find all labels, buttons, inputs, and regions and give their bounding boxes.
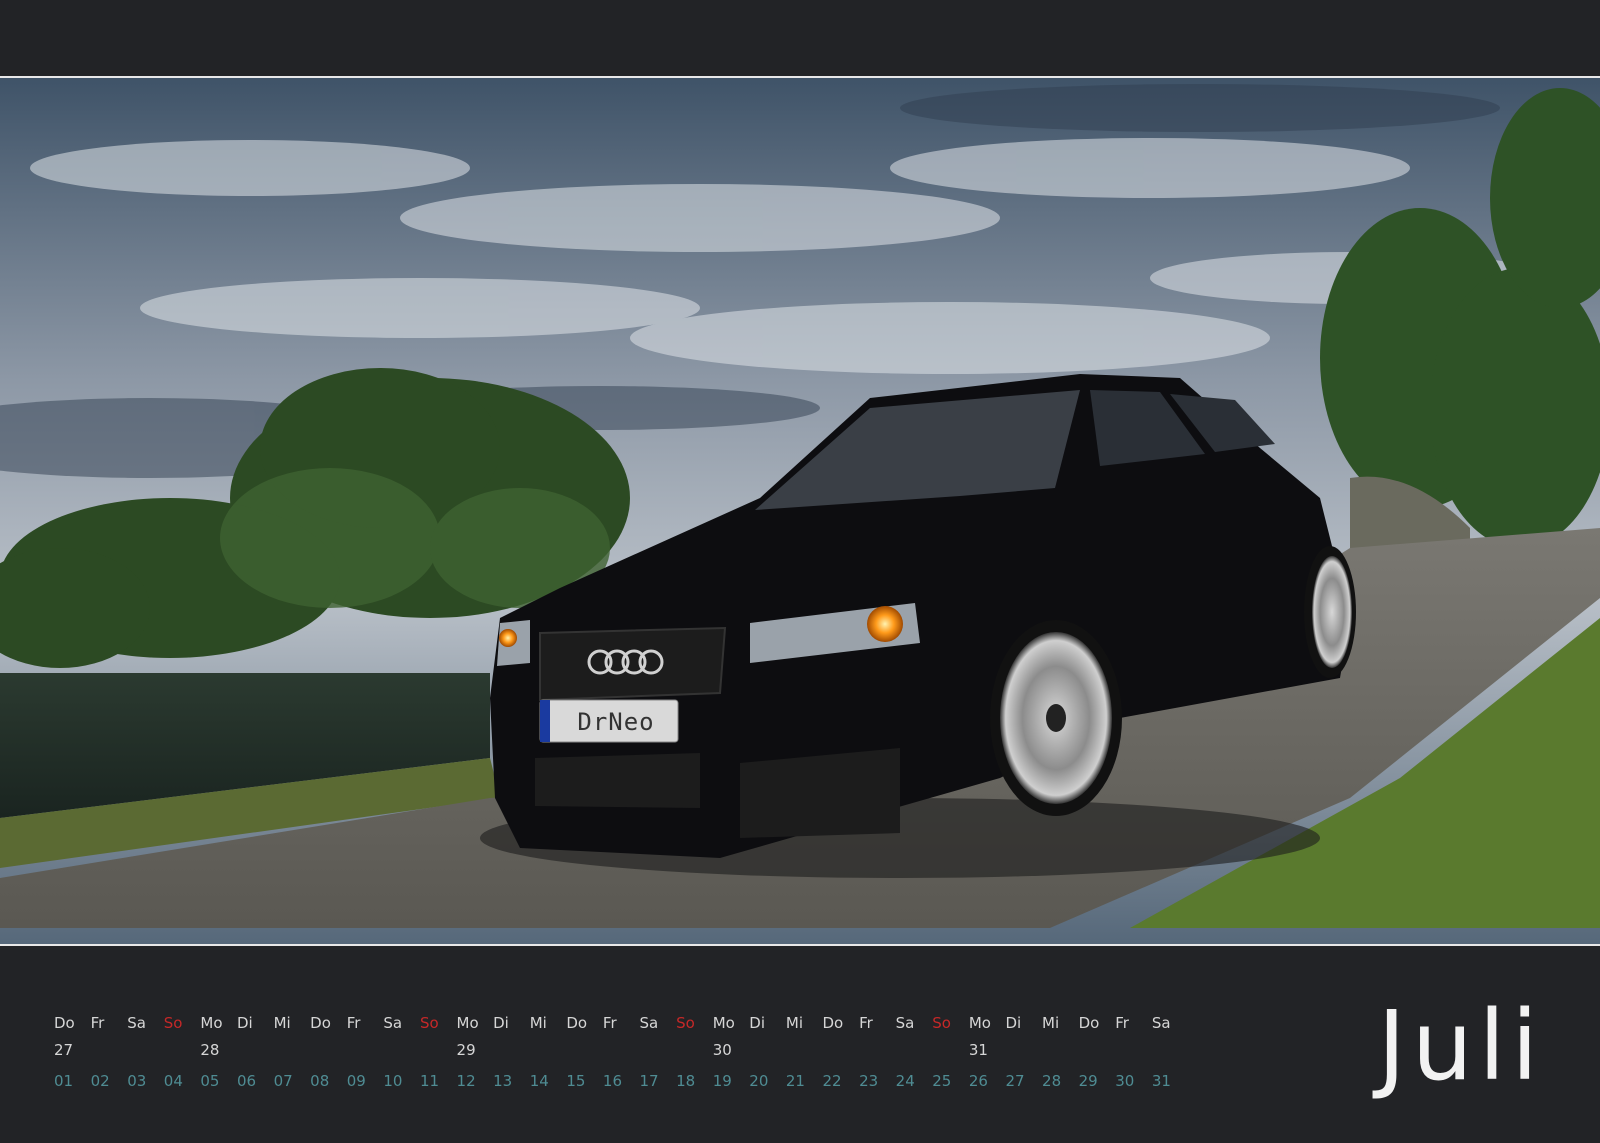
weekday-label: Sa [127,1014,146,1032]
weekday-label: Mo [200,1014,223,1032]
day-number: 28 [1042,1072,1062,1090]
weekday-label: Fr [90,1014,105,1032]
day-number: 13 [493,1072,513,1090]
day-number: 27 [1005,1072,1025,1090]
weekday-label: Mo [712,1014,735,1032]
day-number: 07 [273,1072,293,1090]
day-number: 15 [566,1072,586,1090]
weekday-label: Sa [1151,1014,1171,1032]
weekday-label: Sa [383,1014,403,1032]
day-number: 10 [383,1072,403,1090]
day-number: 04 [163,1072,183,1090]
license-plate-text: DrNeo [577,708,655,736]
day-number: 23 [859,1072,879,1090]
day-number: 02 [90,1072,110,1090]
day-number: 08 [310,1072,330,1090]
weekday-label: Di [749,1014,765,1032]
day-number: 20 [749,1072,769,1090]
day-number: 25 [932,1072,952,1090]
weekday-label: Do [822,1014,844,1032]
week-number: 27 [54,1041,74,1059]
day-number: 06 [236,1072,257,1090]
day-number: 12 [456,1072,476,1090]
weekday-label: Do [54,1014,75,1032]
weekday-label: So [419,1014,439,1032]
day-number: 30 [1115,1072,1135,1090]
weekday-label: Sa [895,1014,915,1032]
day-number: 05 [200,1072,220,1090]
day-number: 26 [968,1072,988,1090]
weekday-label: Mo [968,1014,991,1032]
weekday-label: Mo [456,1014,479,1032]
day-number: 29 [1078,1072,1098,1090]
calendar-grid: Do Fr Sa So Mo Di Mi Do Fr Sa So Mo Di Mi Do Fr Sa So Mo Di… [54,1012,1188,1096]
weekday-label: Di [493,1014,509,1032]
weekday-label: Di [236,1014,253,1032]
weekday-label: So [676,1014,695,1032]
week-number: 31 [968,1041,988,1059]
weekday-label: So [932,1014,951,1032]
day-number: 18 [676,1072,696,1090]
day-number: 21 [785,1072,805,1090]
day-number: 14 [529,1072,549,1090]
week-number: 30 [712,1041,732,1059]
weekday-label: Mi [785,1014,803,1032]
day-number: 09 [346,1072,366,1090]
day-number: 24 [895,1072,915,1090]
day-number: 22 [822,1072,842,1090]
weekday-label: Di [1005,1014,1022,1032]
week-number: 29 [456,1041,476,1059]
day-number: 16 [602,1072,622,1090]
weekday-label: Do [310,1014,331,1032]
weekday-label: Mi [273,1014,291,1032]
weekday-label: Sa [639,1014,659,1032]
weekday-label: Fr [346,1014,361,1032]
weekday-label: Do [566,1014,588,1032]
weekday-label: So [163,1014,183,1032]
day-number: 11 [419,1072,440,1090]
day-number: 01 [54,1072,74,1090]
calendar-photo: DrNeo [0,76,1600,946]
month-title: Juli [1377,990,1544,1102]
weekday-label: Do [1078,1014,1100,1032]
weekday-label: Fr [859,1014,873,1032]
weekday-label: Mi [529,1014,547,1032]
weekday-label: Mi [1042,1014,1060,1032]
day-number: 19 [712,1072,732,1090]
day-number: 17 [639,1072,659,1090]
week-number: 28 [200,1041,220,1059]
day-number: 03 [127,1072,147,1090]
weekday-label: Fr [1115,1014,1129,1032]
day-number: 31 [1151,1072,1171,1090]
weekday-label: Fr [602,1014,617,1032]
